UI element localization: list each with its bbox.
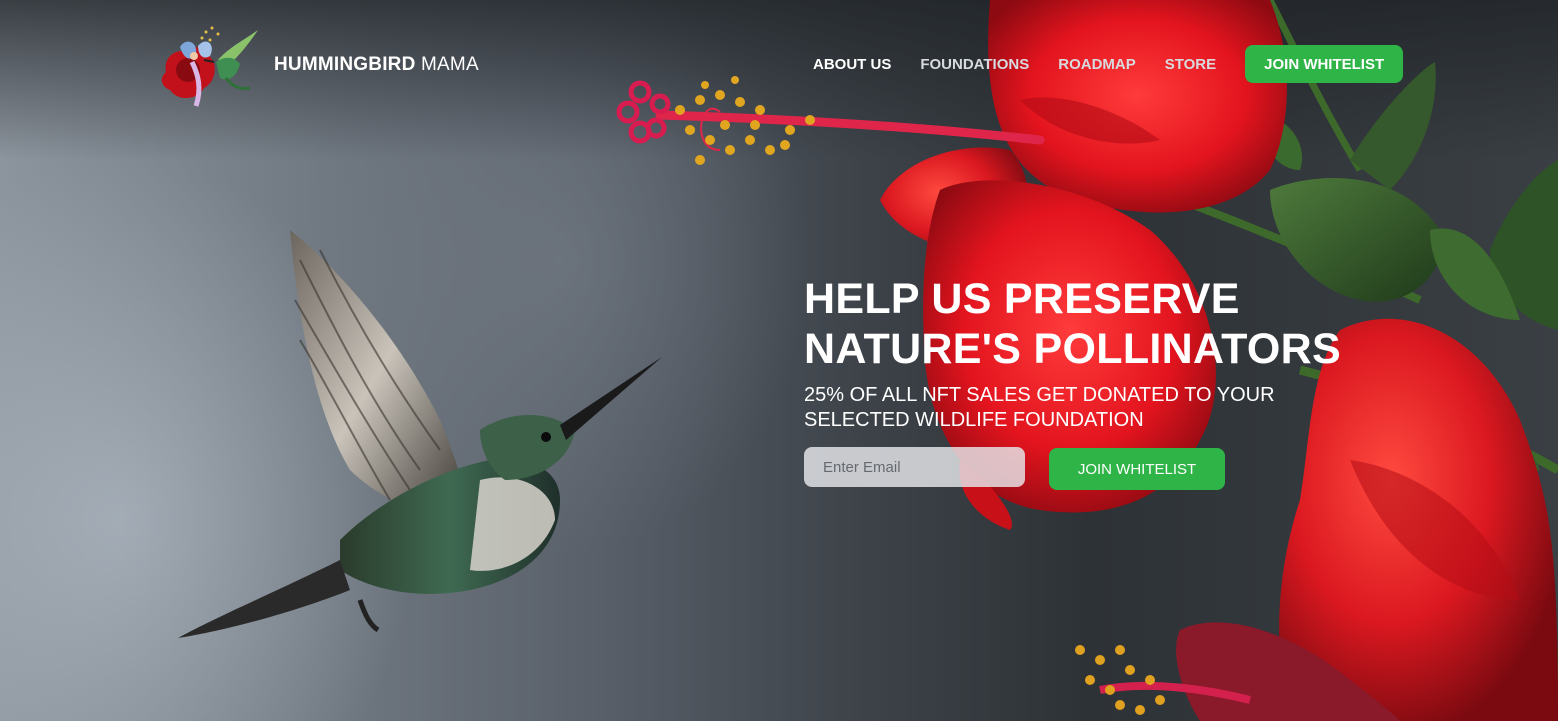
fairy-hummingbird-logo[interactable]: [158, 22, 264, 112]
hero-subheadline: 25% OF ALL NFT SALES GET DONATED TO YOUR…: [804, 384, 1275, 431]
hero-headline: HELP US PRESERVE NATURE'S POLLINATORS: [804, 274, 1404, 374]
brand-name-bold: HUMMINGBIRD: [274, 54, 416, 75]
nav-about-us[interactable]: ABOUT US: [813, 56, 891, 73]
email-input[interactable]: [804, 447, 1025, 487]
hero-headline-line1: HELP US PRESERVE: [804, 275, 1240, 323]
hero-section: HUMMINGBIRD MAMA ABOUT US FOUNDATIONS RO…: [0, 0, 1558, 721]
nav-foundations[interactable]: FOUNDATIONS: [920, 56, 1029, 73]
join-whitelist-nav-button[interactable]: JOIN WHITELIST: [1245, 45, 1404, 83]
join-whitelist-button[interactable]: JOIN WHITELIST: [1049, 448, 1225, 490]
nav-store[interactable]: STORE: [1165, 56, 1216, 73]
nav-roadmap[interactable]: ROADMAP: [1058, 56, 1136, 73]
brand-name[interactable]: HUMMINGBIRD MAMA: [274, 54, 479, 76]
hummingbird: [178, 230, 662, 638]
main-nav: ABOUT US FOUNDATIONS ROADMAP STORE JOIN …: [813, 44, 1404, 84]
brand-name-light: MAMA: [421, 54, 479, 75]
hero-headline-line2: NATURE'S POLLINATORS: [804, 325, 1342, 373]
